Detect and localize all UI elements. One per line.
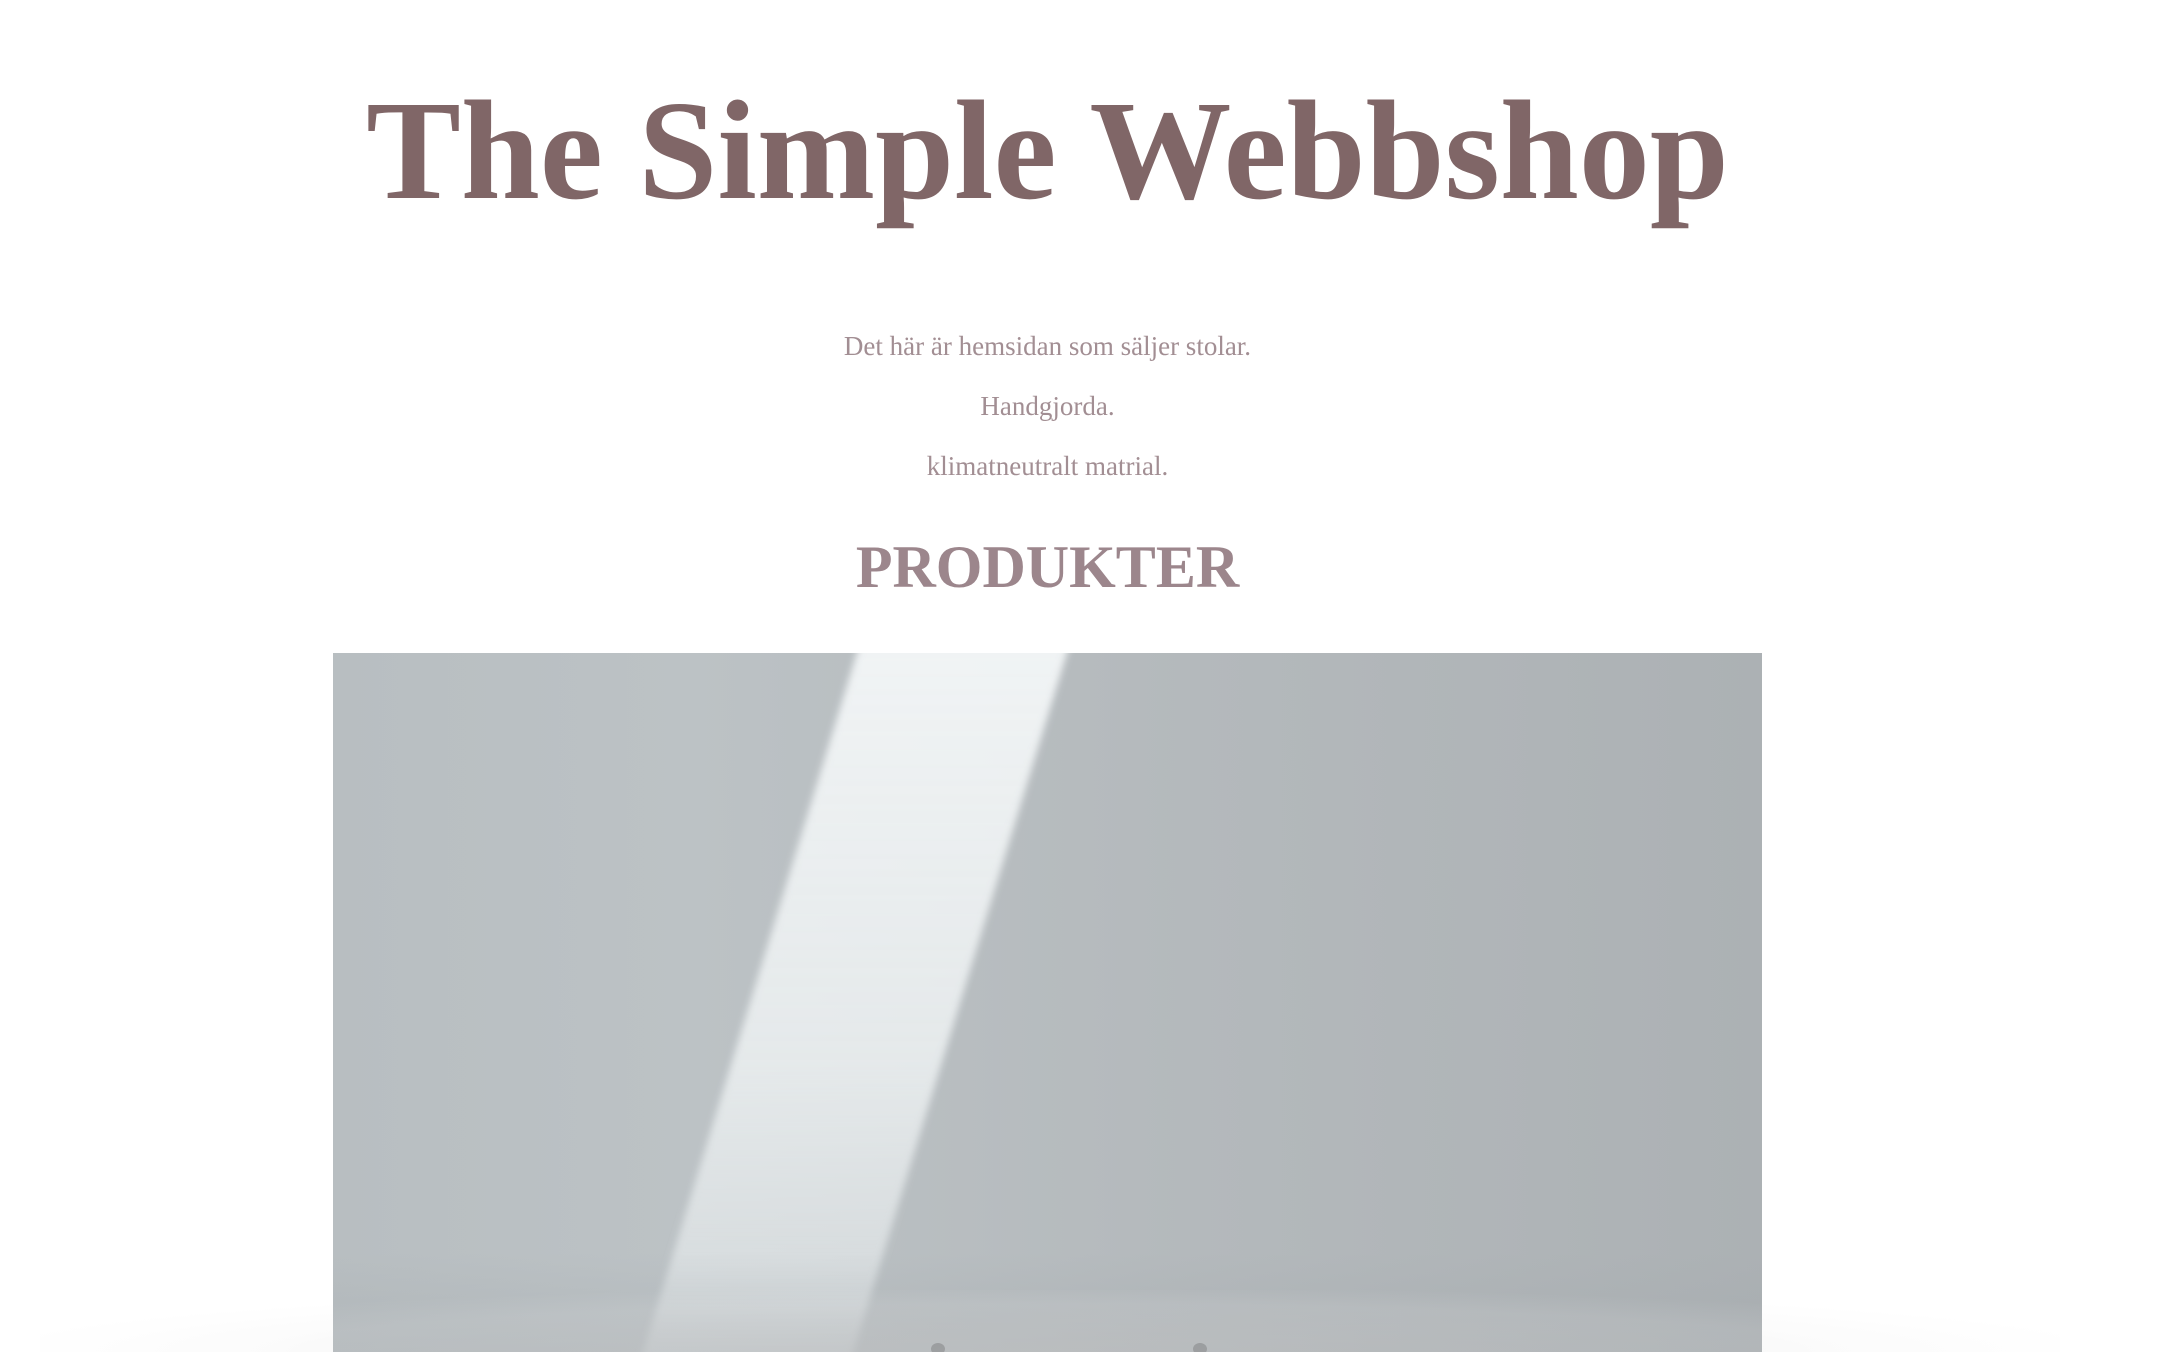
products-heading: PRODUKTER: [855, 534, 1240, 600]
floor-shade: [333, 1253, 1762, 1352]
chair-leg: [931, 1343, 945, 1352]
light-beam: [636, 653, 1080, 1352]
intro-line-1: Det här är hemsidan som säljer stolar.: [843, 331, 1252, 361]
product-image: [333, 653, 1762, 1352]
chair-leg: [1193, 1343, 1207, 1352]
intro-line-3: klimatneutralt matrial.: [926, 451, 1169, 481]
intro-line-2: Handgjorda.: [980, 391, 1115, 421]
site-title: The Simple Webbshop: [366, 71, 1729, 229]
